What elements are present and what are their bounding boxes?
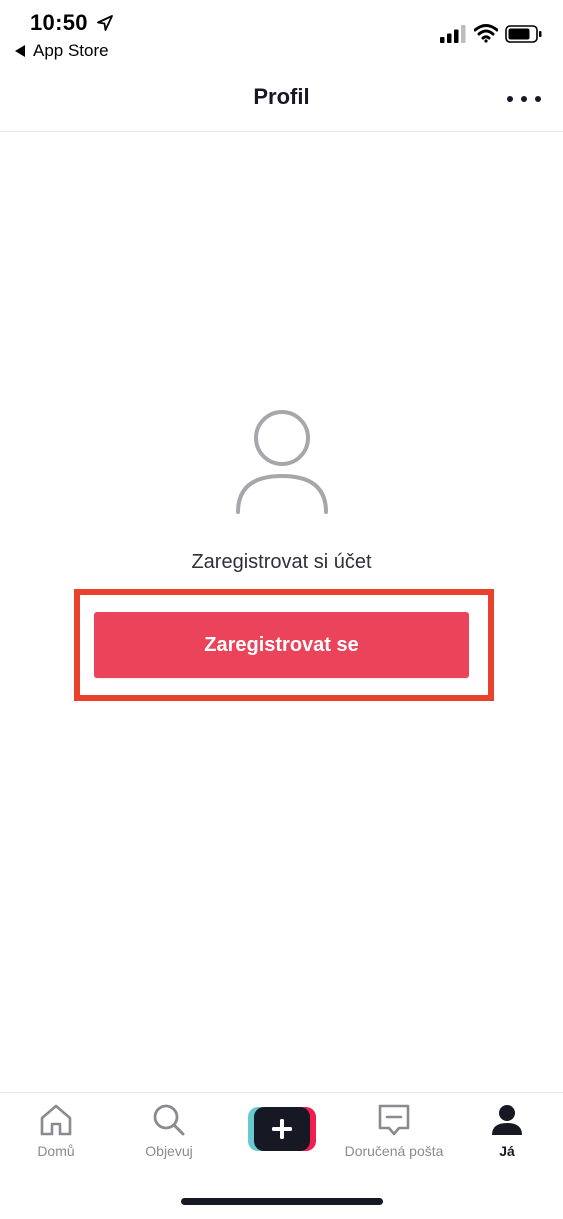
more-dot-icon <box>507 96 513 102</box>
nav-inbox-label: Doručená pošta <box>344 1143 444 1159</box>
nav-discover[interactable]: Objevuj <box>136 1103 202 1159</box>
avatar-placeholder-icon <box>236 410 328 514</box>
more-dot-icon <box>521 96 527 102</box>
inbox-icon <box>378 1104 410 1136</box>
cellular-signal-icon <box>440 25 466 43</box>
home-icon <box>40 1104 72 1136</box>
nav-me-label: Já <box>499 1143 515 1159</box>
nav-me[interactable]: Já <box>482 1103 532 1159</box>
search-icon <box>153 1104 185 1136</box>
more-options-button[interactable] <box>507 86 541 112</box>
profile-icon <box>492 1105 522 1135</box>
top-header: Profil <box>0 70 563 132</box>
nav-inbox[interactable]: Doručená pošta <box>338 1103 450 1159</box>
status-time: 10:50 <box>30 10 88 35</box>
create-button-face <box>254 1107 310 1151</box>
location-arrow-icon <box>97 15 113 31</box>
back-app-label: App Store <box>33 41 109 60</box>
register-prompt-text: Zaregistrovat si účet <box>191 551 372 573</box>
home-indicator <box>181 1198 383 1205</box>
more-dot-icon <box>535 96 541 102</box>
status-bar: 10:50 App Store <box>0 0 563 70</box>
plus-icon <box>272 1119 292 1139</box>
nav-discover-label: Objevuj <box>145 1143 193 1159</box>
wifi-icon <box>474 24 498 43</box>
page-title: Profil <box>253 84 310 109</box>
battery-icon <box>505 25 542 43</box>
signup-button[interactable]: Zaregistrovat se <box>94 612 469 678</box>
create-video-button[interactable] <box>248 1107 316 1151</box>
back-to-app-link[interactable]: App Store <box>15 41 109 61</box>
nav-home[interactable]: Domů <box>26 1103 86 1159</box>
back-arrow-icon <box>15 45 25 57</box>
nav-home-label: Domů <box>37 1143 75 1159</box>
